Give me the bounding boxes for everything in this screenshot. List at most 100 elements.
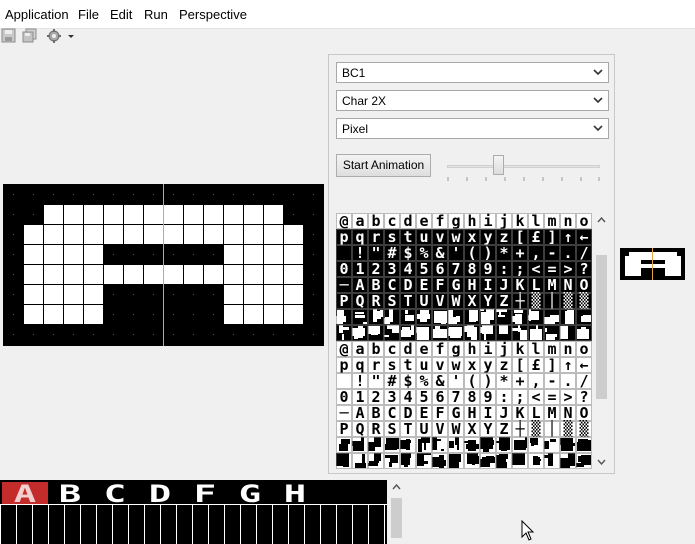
editor-pixel[interactable] <box>64 245 83 264</box>
editor-pixel[interactable] <box>284 265 303 284</box>
charset-grid[interactable]: @ a b c d e f g h i j k l m n op q r s t u v w x y z[£] ↑ ← ! " # $% & '… <box>336 213 592 469</box>
editor-pixel[interactable] <box>124 205 143 224</box>
editor-pixel[interactable] <box>224 285 243 304</box>
charset-cell[interactable] <box>336 373 352 389</box>
menu-perspective[interactable]: Perspective <box>179 7 247 22</box>
strip-cell[interactable] <box>320 482 351 504</box>
editor-pixel[interactable] <box>224 225 243 244</box>
editor-pixel[interactable] <box>44 225 63 244</box>
editor-pixel[interactable] <box>224 205 243 224</box>
strip-cell[interactable] <box>352 482 383 504</box>
preview-pixel <box>677 260 681 264</box>
editor-grid-dot <box>213 294 214 295</box>
editor-pixel[interactable] <box>84 285 103 304</box>
editor-pixel[interactable] <box>184 265 203 284</box>
editor-pixel[interactable] <box>24 245 43 264</box>
scroll-down-icon[interactable] <box>597 459 606 465</box>
editor-pixel[interactable] <box>264 285 283 304</box>
editor-pixel[interactable] <box>64 205 83 224</box>
editor-pixel[interactable] <box>24 285 43 304</box>
editor-pixel[interactable] <box>204 265 223 284</box>
editor-pixel[interactable] <box>84 245 103 264</box>
editor-pixel[interactable] <box>44 265 63 284</box>
editor-pixel[interactable] <box>84 305 103 324</box>
editor-pixel[interactable] <box>104 225 123 244</box>
charset-scrollbar[interactable] <box>593 213 610 469</box>
charset-scroll-thumb[interactable] <box>596 255 607 399</box>
editor-pixel[interactable] <box>144 205 163 224</box>
menu-run[interactable]: Run <box>144 7 168 22</box>
editor-pixel[interactable] <box>284 305 303 324</box>
start-animation-button[interactable]: Start Animation <box>336 154 431 177</box>
editor-pixel[interactable] <box>64 285 83 304</box>
preview-pixel <box>673 272 677 276</box>
editor-pixel[interactable] <box>124 225 143 244</box>
editor-pixel[interactable] <box>164 265 183 284</box>
editor-pixel[interactable] <box>284 285 303 304</box>
editor-pixel[interactable] <box>164 205 183 224</box>
strip-scrollbar[interactable] <box>388 480 405 544</box>
charset-block-glyph <box>368 443 375 451</box>
mode-select[interactable]: Char 2X <box>336 90 609 111</box>
pixel-editor-canvas[interactable] <box>3 184 324 346</box>
editor-pixel[interactable] <box>144 265 163 284</box>
dropdown-arrow-icon[interactable] <box>66 28 76 44</box>
character-strip[interactable]: ABCDFGH <box>0 480 387 544</box>
editor-pixel[interactable] <box>264 265 283 284</box>
editor-pixel[interactable] <box>224 305 243 324</box>
editor-pixel[interactable] <box>44 285 63 304</box>
editor-pixel[interactable] <box>104 205 123 224</box>
speed-slider-track[interactable] <box>447 165 600 168</box>
editor-pixel[interactable] <box>64 265 83 284</box>
editor-pixel[interactable] <box>144 225 163 244</box>
draw-mode-select[interactable]: Pixel <box>336 118 609 139</box>
menu-edit[interactable]: Edit <box>110 7 132 22</box>
strip-scroll-thumb[interactable] <box>391 498 402 538</box>
editor-pixel[interactable] <box>204 225 223 244</box>
editor-pixel[interactable] <box>104 265 123 284</box>
charset-cell[interactable] <box>336 245 352 261</box>
editor-pixel[interactable] <box>264 245 283 264</box>
scroll-up-icon[interactable] <box>392 484 401 490</box>
editor-pixel[interactable] <box>224 245 243 264</box>
menu-application[interactable]: Application <box>5 7 69 22</box>
editor-pixel[interactable] <box>244 285 263 304</box>
editor-pixel[interactable] <box>24 225 43 244</box>
editor-pixel[interactable] <box>184 225 203 244</box>
editor-pixel[interactable] <box>164 225 183 244</box>
editor-pixel[interactable] <box>224 265 243 284</box>
editor-pixel[interactable] <box>284 245 303 264</box>
editor-pixel[interactable] <box>244 205 263 224</box>
editor-pixel[interactable] <box>264 305 283 324</box>
speed-slider-thumb[interactable] <box>493 155 504 175</box>
editor-pixel[interactable] <box>24 305 43 324</box>
editor-pixel[interactable] <box>244 305 263 324</box>
editor-pixel[interactable] <box>264 225 283 244</box>
editor-pixel[interactable] <box>204 205 223 224</box>
save-all-icon[interactable] <box>22 28 38 44</box>
editor-pixel[interactable] <box>44 205 63 224</box>
editor-pixel[interactable] <box>44 305 63 324</box>
editor-pixel[interactable] <box>184 205 203 224</box>
preview-pixel <box>637 260 641 264</box>
strip-glyph: H <box>284 481 306 509</box>
editor-pixel[interactable] <box>64 225 83 244</box>
editor-pixel[interactable] <box>244 265 263 284</box>
editor-grid-dot <box>133 314 134 315</box>
editor-pixel[interactable] <box>244 225 263 244</box>
save-icon[interactable] <box>1 28 17 44</box>
run-config-icon[interactable] <box>46 28 62 44</box>
editor-pixel[interactable] <box>264 205 283 224</box>
editor-pixel[interactable] <box>84 265 103 284</box>
editor-pixel[interactable] <box>84 205 103 224</box>
editor-pixel[interactable] <box>84 225 103 244</box>
editor-pixel[interactable] <box>24 265 43 284</box>
scroll-up-icon[interactable] <box>597 217 606 223</box>
editor-pixel[interactable] <box>284 225 303 244</box>
editor-pixel[interactable] <box>64 305 83 324</box>
editor-pixel[interactable] <box>124 265 143 284</box>
editor-pixel[interactable] <box>244 245 263 264</box>
platform-select[interactable]: BC1 <box>336 62 609 83</box>
editor-pixel[interactable] <box>44 245 63 264</box>
menu-file[interactable]: File <box>78 7 99 22</box>
